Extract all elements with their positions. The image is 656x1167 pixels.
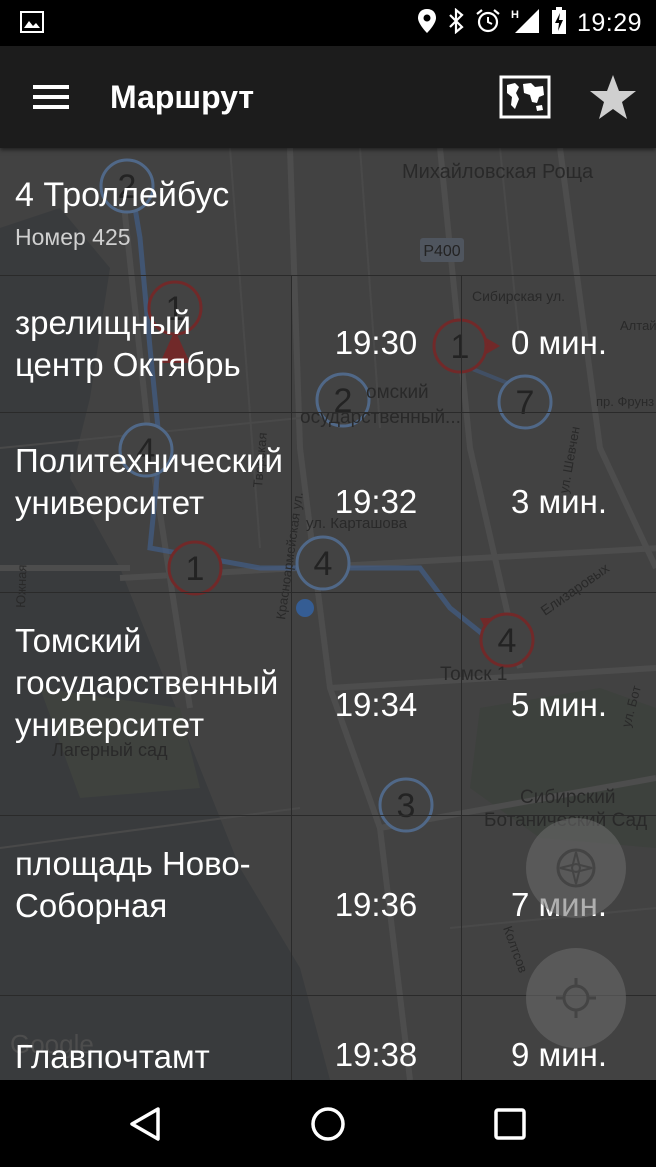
- back-button[interactable]: [111, 1098, 181, 1150]
- route-number: Номер 425: [15, 224, 131, 250]
- stop-name: Томский государственный университет: [15, 622, 279, 743]
- recents-button[interactable]: [475, 1098, 545, 1150]
- stops-list: 4 Троллейбус Номер 425 зрелищный центр О…: [0, 148, 656, 1080]
- status-time: 19:29: [576, 8, 642, 37]
- stop-row[interactable]: зрелищный центр Октябрь 19:30 0 мин.: [0, 276, 656, 413]
- compass-icon: [556, 848, 596, 888]
- stop-time: 19:36: [334, 886, 418, 923]
- system-nav-bar: [0, 1080, 656, 1167]
- app-toolbar: Маршрут: [0, 46, 656, 148]
- battery-charging-icon: [551, 7, 567, 39]
- status-bar: H 19:29: [0, 0, 656, 46]
- back-icon: [130, 1107, 160, 1141]
- stop-name: Политехнический университет: [15, 442, 283, 521]
- stop-time: 19:32: [334, 483, 418, 520]
- star-icon: [590, 75, 636, 119]
- stop-wait: 0 мин.: [510, 324, 608, 361]
- stop-name: площадь Ново-Соборная: [15, 845, 251, 924]
- recents-icon: [494, 1108, 526, 1140]
- route-name: 4 Троллейбус: [15, 176, 230, 214]
- compass-button[interactable]: [526, 818, 626, 918]
- image-icon: [20, 11, 44, 37]
- world-map-icon: [499, 75, 551, 119]
- menu-button[interactable]: [22, 74, 80, 120]
- stop-time: 19:34: [334, 686, 418, 723]
- stop-time: 19:38: [334, 1036, 418, 1073]
- page-title: Маршрут: [110, 79, 255, 115]
- map-view-button[interactable]: [493, 68, 557, 126]
- alarm-icon: [475, 8, 501, 38]
- stop-name: зрелищный центр Октябрь: [15, 304, 241, 383]
- stop-wait: 3 мин.: [510, 483, 608, 520]
- my-location-icon: [556, 978, 596, 1018]
- stop-wait: 5 мин.: [510, 686, 608, 723]
- stop-row[interactable]: Политехнический университет 19:32 3 мин.: [0, 413, 656, 593]
- route-content: 2 1 4 1 2 7 4 4 3 1 Р400 Михайловская Ро…: [0, 148, 656, 1080]
- favorite-button[interactable]: [582, 68, 644, 126]
- signal-h-icon: H: [511, 7, 541, 39]
- route-header: 4 Троллейбус Номер 425: [0, 148, 656, 276]
- my-location-button[interactable]: [526, 948, 626, 1048]
- bluetooth-icon: [447, 7, 465, 38]
- stop-name: Главпочтамт: [15, 1038, 210, 1075]
- stop-row[interactable]: Томский государственный университет 19:3…: [0, 593, 656, 816]
- stop-time: 19:30: [334, 324, 418, 361]
- menu-icon: [33, 85, 69, 109]
- home-icon: [311, 1107, 345, 1141]
- location-icon: [417, 8, 437, 38]
- svg-text:H: H: [511, 9, 519, 21]
- home-button[interactable]: [293, 1098, 363, 1150]
